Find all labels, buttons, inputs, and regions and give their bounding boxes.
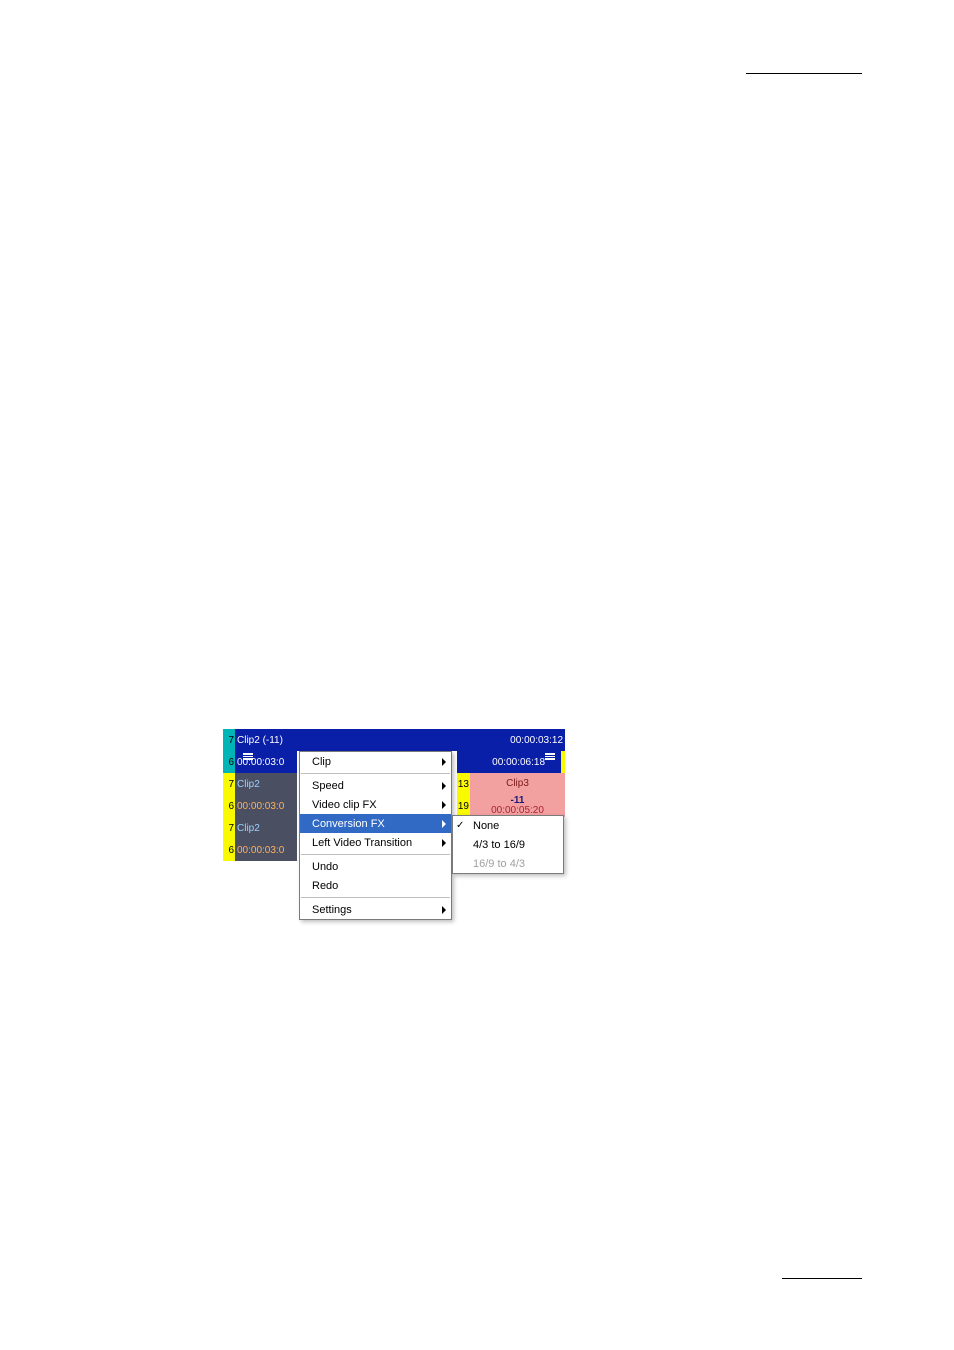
context-menu: Clip Speed Video clip FX Conversion FX L…: [299, 751, 452, 920]
menu-label: Left Video Transition: [312, 837, 412, 849]
clip3-bot[interactable]: -11 00:00:05:20: [470, 795, 565, 817]
gap-num: 13: [457, 773, 470, 795]
menu-item-undo[interactable]: Undo: [300, 857, 451, 876]
gap-num: 19: [457, 795, 470, 817]
menu-label: 16/9 to 4/3: [473, 858, 525, 870]
chevron-right-icon: [442, 906, 446, 914]
clip-time: 00:00:03:0: [237, 845, 284, 856]
menu-label: Undo: [312, 861, 338, 873]
menu-item-redo[interactable]: Redo: [300, 876, 451, 895]
submenu-item-none[interactable]: ✓ None: [453, 816, 563, 835]
clip3[interactable]: Clip3: [470, 773, 565, 795]
clip-time-right2: 00:00:06:18: [492, 757, 545, 768]
clip2-t3-top[interactable]: Clip2: [235, 817, 297, 839]
submenu-conversion-fx: ✓ None 4/3 to 16/9 16/9 to 4/3: [452, 815, 564, 874]
menu-label: None: [473, 820, 499, 832]
clip2-top[interactable]: Clip2: [235, 773, 297, 795]
clip3-label: Clip3: [506, 779, 529, 789]
submenu-item-16-9-to-4-3: 16/9 to 4/3: [453, 854, 563, 873]
clip-selected[interactable]: Clip2 (-11) 00:00:03:12: [235, 729, 565, 751]
menu-label: Clip: [312, 756, 331, 768]
clip-time-right: 00:00:03:12: [510, 735, 563, 746]
track-num: 7: [223, 729, 235, 751]
track-row-1-top: 7 Clip2 (-11) 00:00:03:12: [223, 729, 565, 751]
divider-top: [746, 73, 862, 74]
menu-label: 4/3 to 16/9: [473, 839, 525, 851]
menu-label: Redo: [312, 880, 338, 892]
clip2-bot[interactable]: 00:00:03:0: [235, 795, 297, 817]
menu-label: Settings: [312, 904, 352, 916]
chevron-right-icon: [442, 758, 446, 766]
menu-separator: [301, 897, 450, 898]
chevron-right-icon: [442, 839, 446, 847]
menu-item-conversion-fx[interactable]: Conversion FX: [300, 814, 451, 833]
divider-bottom: [782, 1278, 862, 1279]
menu-item-video-clip-fx[interactable]: Video clip FX: [300, 795, 451, 814]
clip-label: Clip2: [237, 779, 260, 790]
menu-item-speed[interactable]: Speed: [300, 776, 451, 795]
menu-item-settings[interactable]: Settings: [300, 900, 451, 919]
menu-separator: [301, 773, 450, 774]
menu-item-left-video-transition[interactable]: Left Video Transition: [300, 833, 451, 852]
grip-icon: [543, 753, 557, 760]
clip-time: 00:00:03:0: [237, 801, 284, 812]
menu-label: Video clip FX: [312, 799, 377, 811]
track-num: 6: [223, 839, 235, 861]
clip-right-edge[interactable]: 00:00:06:18: [457, 751, 565, 773]
clip2-t3-bot[interactable]: 00:00:03:0: [235, 839, 297, 861]
clip-label: Clip2 (-11): [237, 735, 283, 746]
menu-label: Speed: [312, 780, 344, 792]
menu-item-clip[interactable]: Clip: [300, 752, 451, 771]
track-num: 6: [223, 795, 235, 817]
clip-label: Clip2: [237, 823, 260, 834]
grip-icon: [241, 753, 255, 760]
track-num: 7: [223, 773, 235, 795]
check-icon: ✓: [456, 820, 464, 831]
chevron-right-icon: [442, 782, 446, 790]
chevron-right-icon: [442, 801, 446, 809]
menu-separator: [301, 854, 450, 855]
submenu-item-4-3-to-16-9[interactable]: 4/3 to 16/9: [453, 835, 563, 854]
track-num: 6: [223, 751, 235, 773]
timeline-context-menu-widget: 7 Clip2 (-11) 00:00:03:12 6 00:00:03:0 0…: [223, 729, 565, 861]
track-num: 7: [223, 817, 235, 839]
clip-selected-bottom[interactable]: 00:00:03:0: [235, 751, 297, 773]
menu-label: Conversion FX: [312, 818, 385, 830]
chevron-right-icon: [442, 820, 446, 828]
